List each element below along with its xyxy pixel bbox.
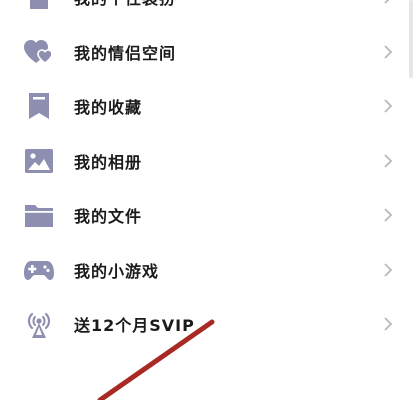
menu-item-label: 我的情侣空间: [74, 43, 177, 63]
menu-item-album[interactable]: 我的相册: [0, 134, 415, 189]
folder-icon: [24, 200, 54, 230]
chevron-right-icon: [384, 317, 393, 331]
menu-item-personal-decoration[interactable]: 我的个性装扮: [0, 0, 415, 25]
menu-item-mini-games[interactable]: 我的小游戏: [0, 243, 415, 298]
chevron-right-icon: [384, 154, 393, 168]
menu-item-label: 我的收藏: [74, 98, 143, 118]
menu-item-svip-promo[interactable]: 送12个月SVIP: [0, 297, 415, 352]
broadcast-icon: [24, 309, 54, 339]
settings-screen: 我的个性装扮 我的情侣空间: [0, 0, 415, 400]
menu-item-label: 送12个月SVIP: [74, 316, 195, 336]
menu-item-favorites[interactable]: 我的收藏: [0, 79, 415, 134]
menu-item-label: 我的文件: [74, 207, 143, 227]
chevron-right-icon: [384, 99, 393, 113]
menu-list: 我的个性装扮 我的情侣空间: [0, 0, 415, 352]
menu-item-label: 我的小游戏: [74, 261, 160, 281]
menu-item-couple-space[interactable]: 我的情侣空间: [0, 25, 415, 80]
photo-icon: [24, 146, 54, 176]
chevron-right-icon: [384, 208, 393, 222]
chevron-right-icon: [384, 45, 393, 59]
chevron-right-icon: [384, 0, 390, 4]
bookmark-icon: [24, 91, 54, 121]
tshirt-icon: [24, 0, 54, 12]
scroll-indicator[interactable]: [409, 0, 413, 78]
chevron-right-icon: [384, 263, 393, 277]
menu-item-label: 我的个性装扮: [74, 0, 176, 9]
gamepad-icon: [24, 255, 54, 285]
menu-item-files[interactable]: 我的文件: [0, 188, 415, 243]
hearts-icon: [24, 37, 54, 67]
menu-item-label: 我的相册: [74, 152, 143, 172]
